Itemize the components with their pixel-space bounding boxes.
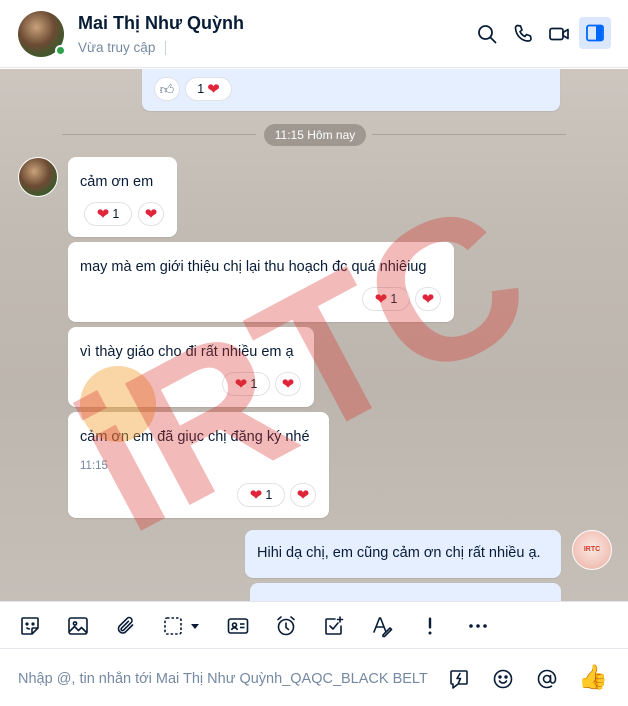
online-status-dot bbox=[55, 45, 66, 56]
heart-icon: ❤ bbox=[374, 290, 388, 308]
attachment-icon[interactable] bbox=[114, 614, 138, 638]
reaction-count: 1 bbox=[250, 377, 258, 391]
reaction-count: 1 bbox=[112, 207, 120, 221]
screenshot-icon[interactable] bbox=[162, 614, 186, 638]
message-bubble[interactable]: cảm ơn em ❤ 1 ❤ bbox=[68, 157, 177, 237]
heart-icon: ❤ bbox=[421, 290, 435, 308]
message-text: Hihi dạ chị, em cũng cảm ơn chị rất nhiề… bbox=[257, 545, 541, 561]
message-text: cảm ơn em bbox=[80, 174, 154, 190]
message-bubble[interactable]: vì thày giáo cho đi rất nhiều em ạ ❤ 1 ❤ bbox=[68, 327, 314, 407]
reaction-summary[interactable]: 1 ❤ bbox=[185, 77, 232, 101]
heart-icon: ❤ bbox=[207, 80, 220, 98]
emoji-icon[interactable] bbox=[491, 667, 515, 691]
phone-icon[interactable] bbox=[511, 22, 535, 46]
reaction-summary[interactable]: ❤ 1 bbox=[362, 287, 410, 311]
reaction-summary[interactable]: ❤ 1 bbox=[84, 202, 132, 226]
message-text: cảm ơn em đã giục chị đăng ký nhé bbox=[80, 429, 310, 445]
date-divider-line bbox=[372, 134, 566, 135]
my-message-bubble[interactable]: Hihi dạ chị, em cũng cảm ơn chị rất nhiề… bbox=[245, 530, 561, 578]
message-time: 11:15 bbox=[80, 460, 108, 472]
message-input[interactable] bbox=[18, 668, 438, 690]
text-format-icon[interactable] bbox=[370, 614, 394, 638]
chat-header: Mai Thị Như Quỳnh Vừa truy cập bbox=[0, 0, 628, 68]
contact-card-icon[interactable] bbox=[226, 614, 250, 638]
heart-reaction-button[interactable]: ❤ bbox=[415, 287, 441, 311]
heart-icon: ❤ bbox=[249, 486, 263, 504]
date-divider-line bbox=[62, 134, 256, 135]
reaction-summary[interactable]: ❤ 1 bbox=[222, 372, 270, 396]
my-avatar[interactable]: IRTC bbox=[572, 530, 612, 570]
chat-scrollbar[interactable] bbox=[624, 69, 628, 601]
heart-icon: ❤ bbox=[234, 375, 248, 393]
mention-icon[interactable] bbox=[535, 667, 559, 691]
task-icon[interactable] bbox=[322, 614, 346, 638]
reaction-count: 1 bbox=[390, 292, 398, 306]
message-text: may mà em giới thiệu chị lại thu hoạch đ… bbox=[80, 259, 427, 275]
urgent-icon[interactable] bbox=[418, 614, 442, 638]
date-divider: 11:15 Hôm nay bbox=[264, 124, 366, 146]
reaction-summary[interactable]: ❤ 1 bbox=[237, 483, 285, 507]
side-panel-toggle-icon[interactable] bbox=[579, 17, 611, 49]
reminder-icon[interactable] bbox=[274, 614, 298, 638]
my-message-bubble[interactable] bbox=[250, 583, 561, 601]
video-call-icon[interactable] bbox=[547, 22, 571, 46]
more-icon[interactable] bbox=[466, 614, 490, 638]
heart-icon: ❤ bbox=[296, 486, 310, 504]
composer-toolbar bbox=[0, 601, 628, 649]
heart-icon: ❤ bbox=[96, 205, 110, 223]
heart-reaction-button[interactable]: ❤ bbox=[275, 372, 301, 396]
message-composer: 👍 bbox=[0, 650, 628, 706]
reaction-count: 1 bbox=[265, 488, 273, 502]
thumbs-up-icon[interactable]: 👍 bbox=[578, 664, 608, 692]
like-reaction-button[interactable]: 👍︎ bbox=[154, 77, 180, 101]
message-bubble[interactable]: may mà em giới thiệu chị lại thu hoạch đ… bbox=[68, 242, 454, 322]
contact-status: Vừa truy cập bbox=[78, 40, 156, 55]
heart-icon: ❤ bbox=[281, 375, 295, 393]
message-bubble[interactable]: cảm ơn em đã giục chị đăng ký nhé 11:15 … bbox=[68, 412, 329, 518]
search-icon[interactable] bbox=[475, 22, 499, 46]
status-divider bbox=[165, 41, 166, 55]
contact-name[interactable]: Mai Thị Như Quỳnh bbox=[78, 13, 244, 34]
message-text: vì thày giáo cho đi rất nhiều em ạ bbox=[80, 344, 294, 360]
image-icon[interactable] bbox=[66, 614, 90, 638]
chat-messages-area[interactable]: 👍︎ 1 ❤ 11:15 Hôm nay cảm ơn em ❤ 1 ❤ may… bbox=[0, 69, 628, 601]
my-avatar-text: IRTC bbox=[583, 546, 601, 553]
quick-message-icon[interactable] bbox=[447, 667, 471, 691]
heart-reaction-button[interactable]: ❤ bbox=[290, 483, 316, 507]
heart-icon: ❤ bbox=[144, 205, 158, 223]
reaction-count: 1 bbox=[197, 82, 205, 96]
sticker-icon[interactable] bbox=[18, 614, 42, 638]
heart-reaction-button[interactable]: ❤ bbox=[138, 202, 164, 226]
chevron-down-icon[interactable] bbox=[188, 614, 202, 638]
previous-message-bubble[interactable]: 👍︎ 1 ❤ bbox=[142, 69, 560, 111]
sender-avatar[interactable] bbox=[18, 157, 58, 197]
